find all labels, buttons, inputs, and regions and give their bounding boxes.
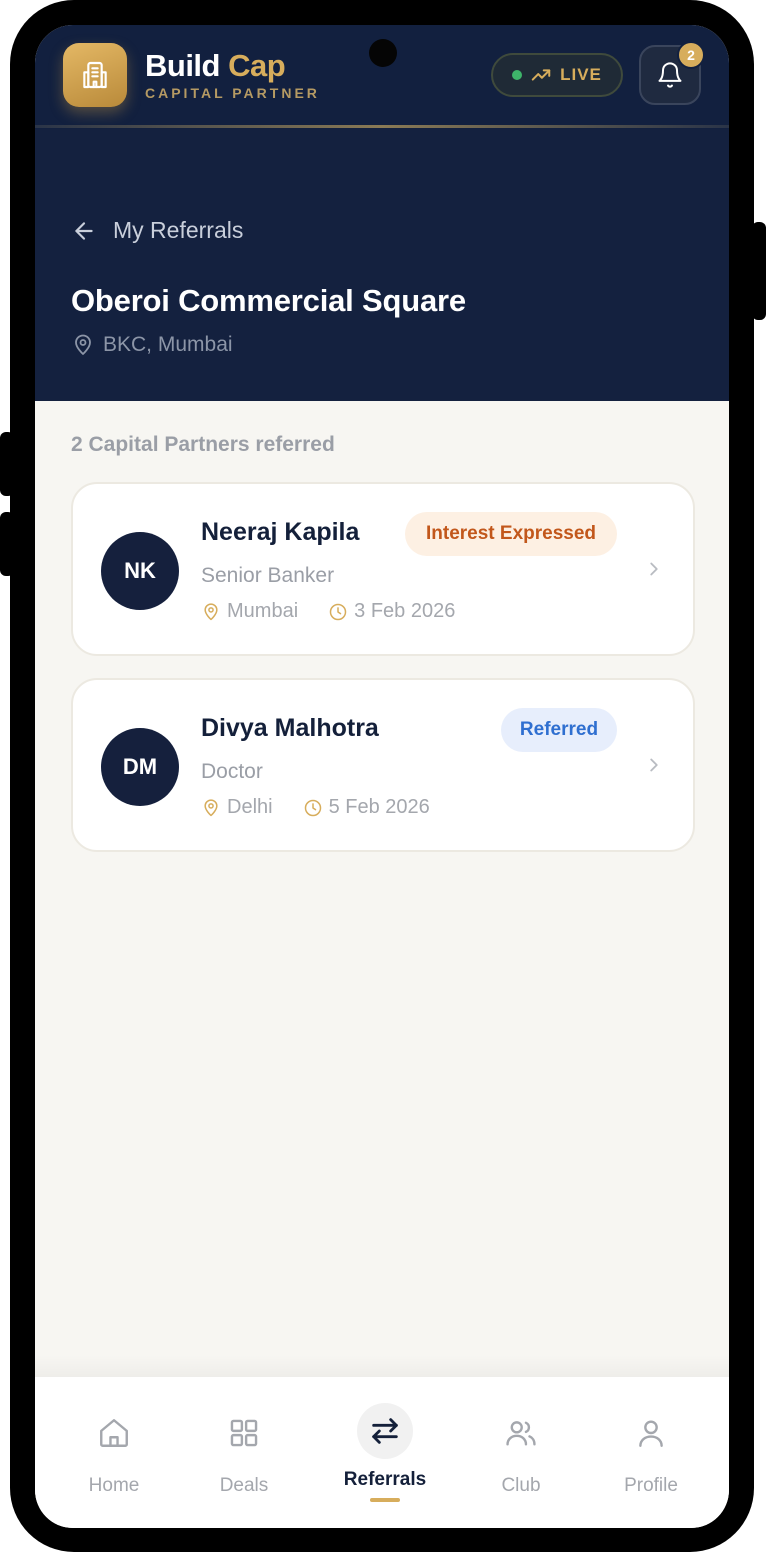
nav-label-deals: Deals [219,1475,269,1496]
nav-label-home: Home [88,1475,140,1496]
referral-date: 5 Feb 2026 [328,796,430,818]
back-to-referrals[interactable]: My Referrals [71,217,243,244]
nav-item-club[interactable]: Club [456,1377,586,1528]
brand-name-first: Build [145,48,221,83]
phone-side-button-right [752,222,766,320]
bottom-navigation: Home Deals Referrals Club Profile [35,1377,729,1528]
project-location: BKC, Mumbai [71,333,233,357]
nav-active-underline [370,1498,400,1502]
partner-city: Mumbai [227,600,299,622]
user-icon [631,1413,671,1453]
swap-arrows-icon [365,1411,405,1451]
live-label: LIVE [560,65,602,84]
partner-city: Delhi [227,796,273,818]
app-logo [63,43,127,107]
referral-card[interactable]: DM Divya Malhotra Referred Doctor Delhi … [71,678,695,852]
nav-item-home[interactable]: Home [49,1377,179,1528]
notification-count-badge: 2 [677,41,705,69]
status-badge: Interest Expressed [405,512,617,556]
referral-date: 3 Feb 2026 [354,600,456,622]
nav-item-deals[interactable]: Deals [179,1377,309,1528]
app-header: Build Cap CAPITAL PARTNER LIVE 2 [35,25,729,129]
map-pin-icon [204,602,218,620]
brand-name-second: Cap [228,48,286,83]
front-camera [369,39,397,67]
live-status-dot [512,70,523,80]
status-badge: Referred [501,708,617,752]
phone-side-button-left-1 [0,432,14,496]
project-hero [35,129,729,401]
bell-icon [658,62,682,88]
referral-count: 2 Capital Partners referred [71,433,335,456]
map-pin-icon [75,334,91,355]
grid-icon [224,1413,264,1453]
partner-name: Divya Malhotra [201,714,379,742]
arrow-left-icon [75,221,93,240]
project-location-text: BKC, Mumbai [103,333,233,356]
brand-subtitle: CAPITAL PARTNER [145,85,320,101]
referral-meta: Mumbai 3 Feb 2026 [201,600,455,623]
brand: Build Cap CAPITAL PARTNER [145,49,320,102]
project-title: Oberoi Commercial Square [71,283,466,318]
home-icon [94,1413,134,1453]
brand-name: Build Cap [145,49,320,83]
header-divider [35,125,729,128]
building-icon [83,61,107,89]
referral-card[interactable]: NK Neeraj Kapila Interest Expressed Seni… [71,482,695,656]
nav-label-referrals: Referrals [343,1469,427,1490]
nav-shadow [35,1355,729,1379]
partner-name: Neeraj Kapila [201,518,360,546]
trending-up-icon [531,69,551,81]
clock-icon [329,603,347,620]
clock-icon [304,799,321,816]
partner-role: Doctor [201,760,263,783]
users-icon [501,1413,541,1453]
chevron-right-icon [650,758,658,772]
nav-label-profile: Profile [624,1475,678,1496]
avatar: NK [101,532,179,610]
partner-role: Senior Banker [201,564,335,587]
chevron-right-icon [650,562,658,576]
live-indicator[interactable]: LIVE [491,53,623,97]
avatar: DM [101,728,179,806]
nav-item-referrals[interactable]: Referrals [320,1377,450,1528]
nav-item-profile[interactable]: Profile [586,1377,716,1528]
referral-meta: Delhi 5 Feb 2026 [201,796,430,819]
nav-label-club: Club [501,1475,541,1496]
app-screen: Build Cap CAPITAL PARTNER LIVE 2 My Refe… [35,25,729,1528]
map-pin-icon [204,798,218,816]
phone-side-button-left-2 [0,512,14,576]
back-label: My Referrals [113,217,244,243]
